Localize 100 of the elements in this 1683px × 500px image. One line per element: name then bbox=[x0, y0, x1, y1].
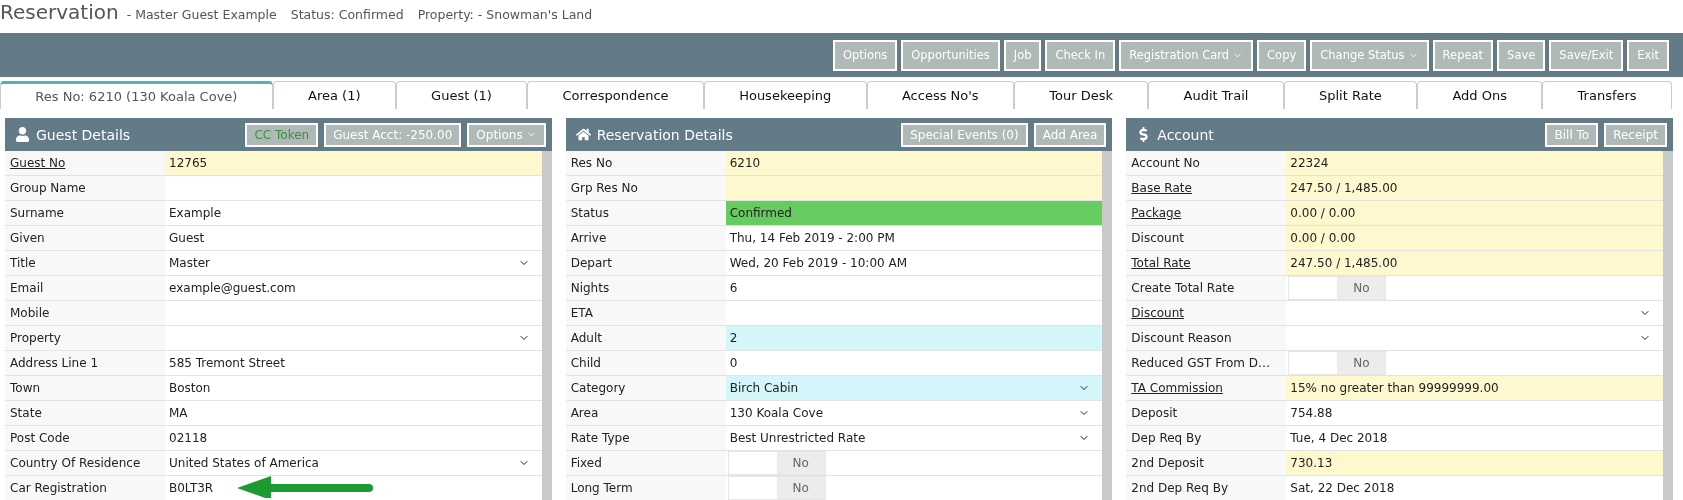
field-label-link[interactable]: Guest No bbox=[5, 151, 165, 175]
toggle-switch[interactable]: No bbox=[727, 451, 826, 475]
field-label: Create Total Rate bbox=[1126, 276, 1287, 300]
field-value: 2 bbox=[729, 331, 739, 345]
select-value: Best Unrestricted Rate bbox=[729, 431, 867, 445]
tab[interactable]: Split Rate bbox=[1283, 81, 1418, 109]
person-icon bbox=[15, 127, 30, 142]
field-label-link[interactable]: Base Rate bbox=[1126, 176, 1287, 200]
field-label: Country Of Residence bbox=[5, 451, 165, 475]
field-value: Example bbox=[169, 206, 223, 220]
field-value: 585 Tremont Street bbox=[169, 356, 286, 370]
scrollbar[interactable] bbox=[541, 151, 552, 500]
field-value: 0.00 / 0.00 bbox=[1290, 206, 1357, 220]
field-value: 15% no greater than 99999999.00 bbox=[1290, 381, 1500, 395]
toggle-switch[interactable]: No bbox=[1288, 351, 1387, 375]
field-value: 6210 bbox=[729, 156, 762, 170]
field-label: 2nd Deposit bbox=[1126, 451, 1287, 475]
tab[interactable]: Area (1) bbox=[272, 81, 396, 109]
field-label: ETA bbox=[565, 301, 726, 325]
field-label: Discount bbox=[1126, 226, 1287, 250]
field-label: 2nd Dep Req By bbox=[1126, 476, 1287, 500]
tab[interactable]: Tour Desk bbox=[1013, 81, 1149, 109]
field-label: Group Name bbox=[5, 176, 165, 200]
field-value: Thu, 14 Feb 2019 - 2:00 PM bbox=[729, 231, 896, 245]
tab[interactable]: Audit Trail bbox=[1148, 81, 1284, 109]
field-label: Grp Res No bbox=[565, 176, 726, 200]
tab[interactable]: Correspondence bbox=[527, 81, 704, 109]
property-text: Property: - Snowman's Land bbox=[417, 7, 593, 22]
field-value: 02118 bbox=[169, 431, 209, 445]
panel-title: Guest Details bbox=[36, 126, 132, 143]
field-label: Address Line 1 bbox=[5, 351, 165, 375]
select-value: Master bbox=[169, 256, 211, 270]
field-label-link[interactable]: Total Rate bbox=[1126, 251, 1287, 275]
field-label: Email bbox=[5, 276, 165, 300]
field-label: Discount Reason bbox=[1126, 326, 1287, 350]
field-label: Reduced GST From D… bbox=[1126, 351, 1287, 375]
scrollbar[interactable] bbox=[1663, 151, 1673, 500]
page-title: Reservation bbox=[0, 0, 119, 24]
house-icon bbox=[575, 127, 591, 142]
tab[interactable]: Access No's bbox=[866, 81, 1014, 109]
field-label: Account No bbox=[1126, 151, 1287, 175]
field-label: Town bbox=[5, 376, 165, 400]
field-label: State bbox=[5, 401, 165, 425]
field-value: 247.50 / 1,485.00 bbox=[1290, 256, 1399, 270]
tab[interactable]: Add Ons bbox=[1417, 81, 1543, 109]
field-value: 247.50 / 1,485.00 bbox=[1290, 181, 1399, 195]
field-label: Arrive bbox=[565, 226, 726, 250]
toggle-switch[interactable]: No bbox=[1288, 276, 1387, 300]
field-label: Given bbox=[5, 226, 165, 250]
field-value: Boston bbox=[169, 381, 212, 395]
field-label-link[interactable]: Discount bbox=[1126, 301, 1287, 325]
tab[interactable]: Housekeeping bbox=[703, 81, 867, 109]
field-label: Deposit bbox=[1126, 401, 1287, 425]
field-label: Adult bbox=[565, 326, 726, 350]
field-label: Child bbox=[565, 351, 726, 375]
field-label: Status bbox=[565, 201, 726, 225]
field-label: Post Code bbox=[5, 426, 165, 450]
select-value: United States of America bbox=[169, 456, 320, 470]
field-label: Category bbox=[565, 376, 726, 400]
select-value: Birch Cabin bbox=[729, 381, 800, 395]
tab[interactable]: Guest (1) bbox=[395, 81, 528, 109]
scrollbar[interactable] bbox=[1102, 151, 1113, 500]
status-text: Status: Confirmed bbox=[290, 7, 404, 22]
field-label: Area bbox=[565, 401, 726, 425]
field-value: Guest bbox=[169, 231, 206, 245]
field-label: Depart bbox=[565, 251, 726, 275]
field-value: 730.13 bbox=[1290, 456, 1334, 470]
field-label: Mobile bbox=[5, 301, 165, 325]
toggle-switch[interactable]: No bbox=[727, 476, 826, 500]
field-label: Nights bbox=[565, 276, 726, 300]
field-label: Long Term bbox=[565, 476, 726, 500]
field-label: Dep Req By bbox=[1126, 426, 1287, 450]
tab[interactable]: Transfers bbox=[1542, 81, 1672, 109]
field-label-link[interactable]: Package bbox=[1126, 201, 1287, 225]
field-value: 6 bbox=[729, 281, 739, 295]
field-label: Title bbox=[5, 251, 165, 275]
field-value: Wed, 20 Feb 2019 - 10:00 AM bbox=[729, 256, 909, 270]
field-value: 0 bbox=[729, 356, 739, 370]
field-value: MA bbox=[169, 406, 189, 420]
panel-title: Reservation Details bbox=[596, 126, 734, 143]
field-value: example@guest.com bbox=[169, 281, 297, 295]
field-value: 22324 bbox=[1290, 156, 1330, 170]
field-value: 12765 bbox=[169, 156, 209, 170]
field-label: Rate Type bbox=[565, 426, 726, 450]
field-label: Surname bbox=[5, 201, 165, 225]
field-value: Sat, 22 Dec 2018 bbox=[1290, 481, 1396, 495]
select-value: 130 Koala Cove bbox=[729, 406, 825, 420]
field-label: Fixed bbox=[565, 451, 726, 475]
field-value: Confirmed bbox=[729, 206, 793, 220]
field-label-link[interactable]: TA Commission bbox=[1126, 376, 1287, 400]
field-value: 754.88 bbox=[1290, 406, 1334, 420]
field-label: Property bbox=[5, 326, 165, 350]
guest-name: - Master Guest Example bbox=[126, 7, 277, 22]
field-value: Tue, 4 Dec 2018 bbox=[1290, 431, 1389, 445]
panel-title: Account bbox=[1157, 126, 1215, 143]
tab[interactable]: Res No: 6210 (130 Koala Cove) bbox=[0, 81, 273, 109]
field-label: Car Registration bbox=[5, 476, 165, 500]
field-value: 0.00 / 0.00 bbox=[1290, 231, 1357, 245]
field-label: Res No bbox=[565, 151, 726, 175]
field-value: B0LT3R bbox=[169, 481, 215, 495]
